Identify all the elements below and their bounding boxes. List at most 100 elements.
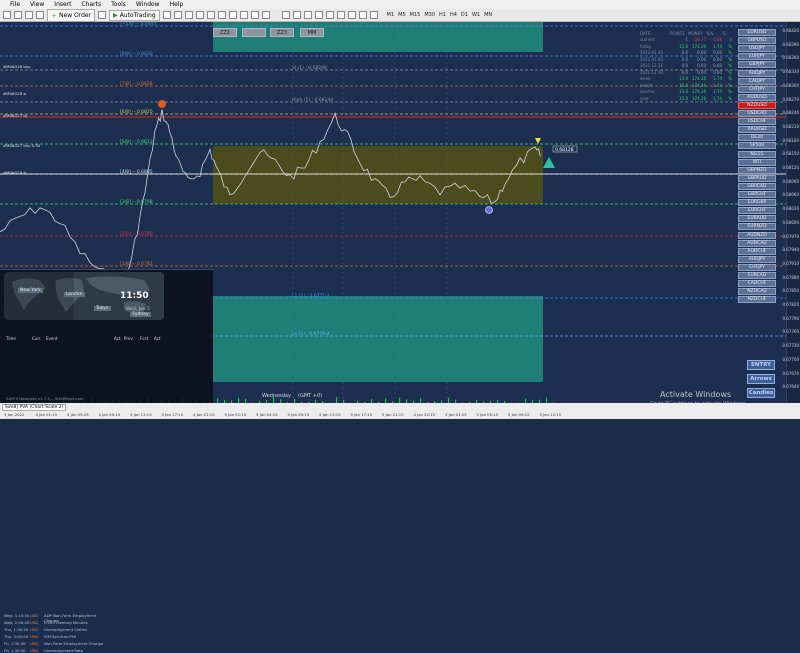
indicators-icon[interactable]: [240, 11, 248, 19]
text-icon[interactable]: [359, 11, 367, 19]
menu-charts[interactable]: Charts: [82, 1, 102, 8]
symbol-button-gbpchf[interactable]: GBPCHF: [738, 191, 776, 198]
news-row[interactable]: Fri, 1:30:30USDNon-Farm Employment Chang…: [4, 641, 162, 646]
symbol-button-chfjpy[interactable]: CHFJPY: [738, 264, 776, 271]
symbol-button-euraud[interactable]: EURAUD: [738, 215, 776, 222]
stats-cell: %: [722, 50, 732, 55]
timeframe-m1[interactable]: M1: [385, 12, 397, 18]
menu-tools[interactable]: Tools: [111, 1, 126, 8]
symbol-button-gbpnzd[interactable]: GBPNZD: [738, 167, 776, 174]
metaeditor-icon[interactable]: [98, 11, 106, 19]
time-tick: 4 Jan 22:15: [414, 412, 436, 417]
timeframe-m5[interactable]: M5: [396, 12, 408, 18]
symbol-button-gbpcad[interactable]: GBPCAD: [738, 183, 776, 190]
stats-cell: year: [640, 96, 670, 101]
symbol-button-cadchf[interactable]: CADCHF: [738, 280, 776, 287]
symbol-button-de30[interactable]: DE30: [738, 134, 776, 141]
bar-chart-icon[interactable]: [163, 11, 171, 19]
session-label: London: [64, 292, 85, 297]
timeframe-d1[interactable]: D1: [459, 12, 470, 18]
symbol-button-audusd[interactable]: AUDUSD: [738, 94, 776, 101]
menu-insert[interactable]: Insert: [54, 1, 71, 8]
menu-file[interactable]: File: [10, 1, 20, 8]
symbol-button-usdjpy[interactable]: USDJPY: [738, 45, 776, 52]
symbol-button-gbpjpy[interactable]: GBPJPY: [738, 61, 776, 68]
navigator-icon[interactable]: [36, 11, 44, 19]
news-row[interactable]: Thu, 1:30:30USDUnemployment Claims: [4, 627, 162, 632]
symbol-button-ni225[interactable]: NI225: [738, 151, 776, 158]
symbol-button-eurjpy[interactable]: EURJPY: [738, 53, 776, 60]
symbol-button-nzdusd[interactable]: NZDUSD: [738, 102, 776, 109]
new-chart-icon[interactable]: [3, 11, 11, 19]
symbol-button-cadjpy[interactable]: CADJPY: [738, 78, 776, 85]
symbol-button-nzdcad[interactable]: NZDCAD: [738, 288, 776, 295]
market-watch-icon[interactable]: [25, 11, 33, 19]
autoscroll-icon[interactable]: [229, 11, 237, 19]
symbol-button-wti[interactable]: WTI: [738, 159, 776, 166]
symbol-button-usdcad[interactable]: USDCAD: [738, 110, 776, 117]
menu-window[interactable]: Window: [136, 1, 160, 8]
symbol-button-audjpy[interactable]: AUDJPY: [738, 256, 776, 263]
symbol-button-eurusd[interactable]: EURUSD: [738, 29, 776, 36]
stats-row: 2022.01.030.00.000.00%: [640, 56, 736, 63]
line-chart-icon[interactable]: [185, 11, 193, 19]
profiles-icon[interactable]: [14, 11, 22, 19]
signal-arrow-icon: [535, 138, 541, 144]
news-row[interactable]: Thu, 3:00:00USDISM Services PMI: [4, 634, 162, 639]
channel-icon[interactable]: [337, 11, 345, 19]
zoom-in-icon[interactable]: [196, 11, 204, 19]
arrows-button[interactable]: Arrows: [747, 374, 775, 384]
price-tick: 0.67730: [782, 343, 799, 348]
trendline-icon[interactable]: [326, 11, 334, 19]
symbol-button-nzdchf[interactable]: NZDCHF: [738, 296, 776, 303]
zz1-button[interactable]: ZZ1: [213, 28, 237, 37]
symbol-button-audjpy[interactable]: AUDJPY: [738, 70, 776, 77]
crosshair-icon[interactable]: [293, 11, 301, 19]
label-icon[interactable]: [370, 11, 378, 19]
periods-icon[interactable]: [251, 11, 259, 19]
autotrading-button[interactable]: ▶AutoTrading: [109, 10, 160, 21]
horizontal-line-icon[interactable]: [315, 11, 323, 19]
timeframe-m30[interactable]: M30: [422, 12, 437, 18]
profit-stats-panel: DATEPOINTSMONEY%%%current1-56.77-0.080to…: [640, 30, 736, 102]
new-order-button[interactable]: ＋New Order: [47, 9, 95, 22]
zz-blank-button[interactable]: [242, 28, 266, 37]
cursor-icon[interactable]: [282, 11, 290, 19]
fibo-icon[interactable]: [348, 11, 356, 19]
candles-button[interactable]: Candles: [747, 388, 775, 398]
templates-icon[interactable]: [262, 11, 270, 19]
entry-button[interactable]: ENTRY: [747, 360, 775, 370]
symbol-button-xauusd[interactable]: XAUUSD: [738, 126, 776, 133]
symbol-button-audnzd[interactable]: AUDNZD: [738, 232, 776, 239]
mm-button[interactable]: MM: [300, 28, 324, 37]
session-label: New York: [18, 288, 43, 293]
symbol-button-eurnzd[interactable]: EURNZD: [738, 223, 776, 230]
vertical-line-icon[interactable]: [304, 11, 312, 19]
symbol-button-gbpaud[interactable]: GBPAUD: [738, 175, 776, 182]
zz3-button[interactable]: ZZ3: [270, 28, 294, 37]
symbol-button-eurgbp[interactable]: EURGBP: [738, 199, 776, 206]
zoom-out-icon[interactable]: [207, 11, 215, 19]
stats-col-header: %: [722, 31, 732, 36]
symbol-button-audcad[interactable]: AUDCAD: [738, 240, 776, 247]
symbol-button-chfjpy[interactable]: CHFJPY: [738, 86, 776, 93]
stats-cell: %: [722, 57, 732, 62]
timeframe-h1[interactable]: H1: [437, 12, 448, 18]
symbol-button-audchf[interactable]: AUDCHF: [738, 248, 776, 255]
symbol-button-eurcad[interactable]: EURCAD: [738, 272, 776, 279]
news-footer: SAFFX NewsInfo v1.7.5 -- SHARKnet.com: [6, 396, 84, 401]
timeframe-m15[interactable]: M15: [408, 12, 423, 18]
candles-icon[interactable]: [174, 11, 182, 19]
timeframe-mn[interactable]: MN: [482, 12, 494, 18]
news-row[interactable]: Fri, 1:30:30USDUnemployment Rate: [4, 648, 162, 653]
tile-icon[interactable]: [218, 11, 226, 19]
symbol-button-gbpusd[interactable]: GBPUSD: [738, 37, 776, 44]
symbol-button-usdchf[interactable]: USDCHF: [738, 118, 776, 125]
menu-help[interactable]: Help: [170, 1, 184, 8]
timeframe-h4[interactable]: H4: [448, 12, 459, 18]
symbol-button-eurchf[interactable]: EURCHF: [738, 207, 776, 214]
menu-view[interactable]: View: [30, 1, 44, 8]
news-row[interactable]: Wed, 2:00:00USDFOMC Meeting Minutes: [4, 620, 162, 625]
timeframe-w1[interactable]: W1: [470, 12, 482, 18]
symbol-button-sp500[interactable]: SP500: [738, 142, 776, 149]
